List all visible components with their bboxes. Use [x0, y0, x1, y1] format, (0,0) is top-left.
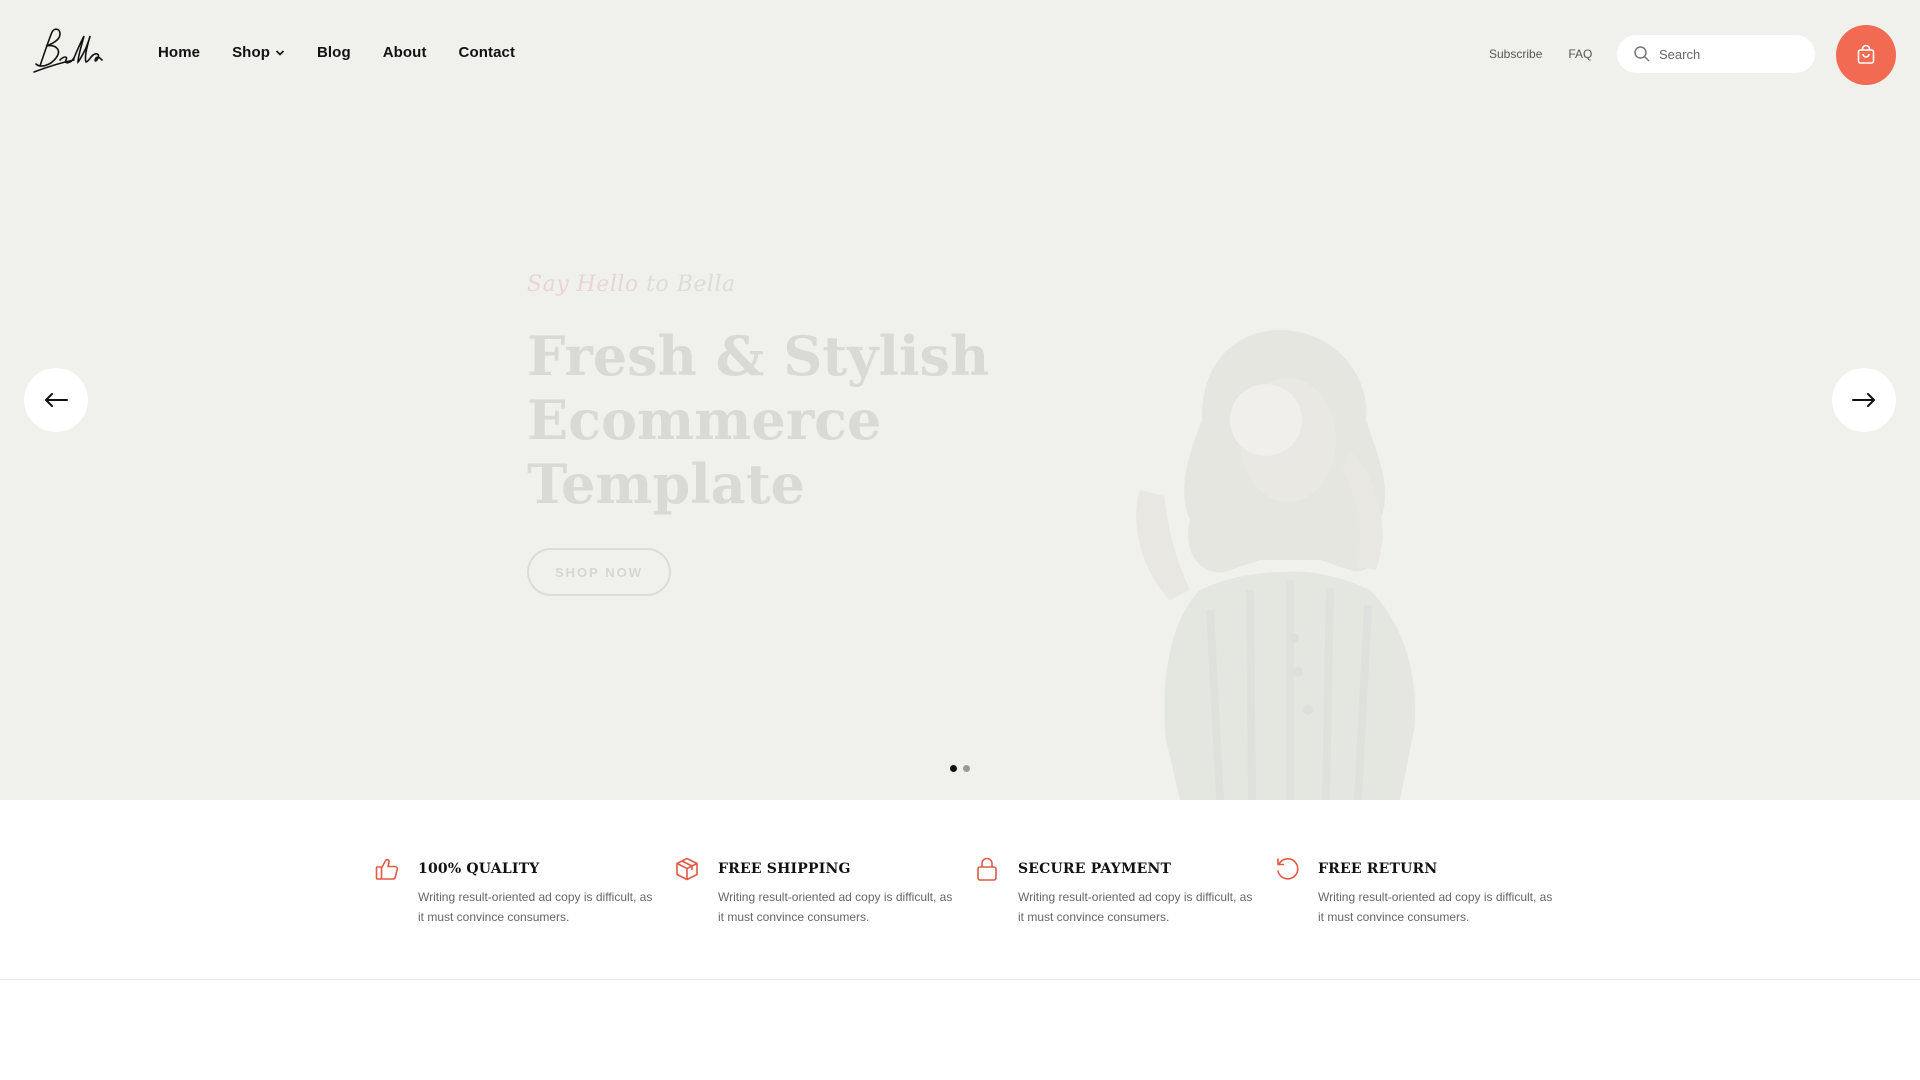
slider-dots	[950, 765, 970, 772]
nav-blog[interactable]: Blog	[317, 44, 351, 61]
hero-slider: Home Shop Blog About Contact Subscribe F…	[0, 0, 1920, 800]
arrow-right-icon	[1852, 393, 1875, 407]
search-box[interactable]	[1617, 35, 1815, 73]
feature-desc: Writing result-oriented ad copy is diffi…	[1018, 890, 1253, 924]
main-nav: Home Shop Blog About Contact	[158, 44, 547, 61]
slide-title-line: Fresh & Stylish	[527, 324, 990, 388]
chevron-down-icon	[275, 49, 285, 56]
site-header: Home Shop Blog About Contact Subscribe F…	[0, 0, 1920, 108]
slider-next-button[interactable]	[1832, 368, 1896, 432]
slide-tagline: Say Hello to Bella	[527, 272, 736, 297]
subscribe-link[interactable]: Subscribe	[1489, 47, 1542, 61]
shop-now-button[interactable]: SHOP NOW	[527, 548, 671, 596]
nav-blog-label: Blog	[316, 44, 351, 61]
features-strip: 100% QUALITY Writing result-oriented ad …	[0, 800, 1920, 980]
nav-contact-label: Contact	[458, 44, 516, 61]
slide-title-line: Template	[527, 452, 806, 516]
model-image	[1136, 330, 1416, 800]
feature-desc: Writing result-oriented ad copy is diffi…	[1318, 890, 1553, 924]
nav-shop-label: Shop	[232, 44, 270, 61]
feature-title: FREE RETURN	[1318, 861, 1438, 877]
feature-desc: Writing result-oriented ad copy is diffi…	[718, 890, 953, 924]
nav-about-label: About	[382, 44, 427, 61]
slider-dot-1[interactable]	[950, 765, 957, 772]
slider-prev-button[interactable]	[24, 368, 88, 432]
shopping-bag-icon	[1857, 44, 1875, 64]
nav-about[interactable]: About	[383, 44, 427, 61]
nav-shop[interactable]: Shop	[232, 44, 285, 61]
nav-home-label: Home	[158, 44, 201, 61]
tagline-accent: Say Hello	[527, 272, 639, 297]
bella-logo[interactable]	[30, 26, 106, 78]
box-icon	[676, 857, 698, 881]
faq-link[interactable]: FAQ	[1568, 47, 1592, 61]
arrow-left-icon	[45, 393, 68, 407]
feature-desc: Writing result-oriented ad copy is diffi…	[418, 890, 653, 924]
refresh-icon	[1277, 858, 1299, 880]
feature-title: FREE SHIPPING	[718, 861, 851, 877]
feature-title: 100% QUALITY	[418, 861, 540, 877]
search-icon	[1634, 46, 1650, 62]
slide-title: Fresh & Stylish Ecommerce Template	[527, 324, 1047, 516]
thumbs-up-icon	[375, 858, 399, 880]
nav-home[interactable]: Home	[158, 44, 200, 61]
top-links: Subscribe FAQ	[1489, 47, 1592, 61]
cart-button[interactable]	[1836, 25, 1896, 85]
slider-dot-2[interactable]	[963, 765, 970, 772]
nav-contact[interactable]: Contact	[459, 44, 516, 61]
feature-title: SECURE PAYMENT	[1018, 861, 1172, 877]
lock-icon	[977, 857, 997, 881]
tagline-rest: to Bella	[646, 272, 736, 297]
search-input[interactable]	[1659, 46, 1809, 62]
slide-title-line: Ecommerce	[527, 388, 882, 452]
